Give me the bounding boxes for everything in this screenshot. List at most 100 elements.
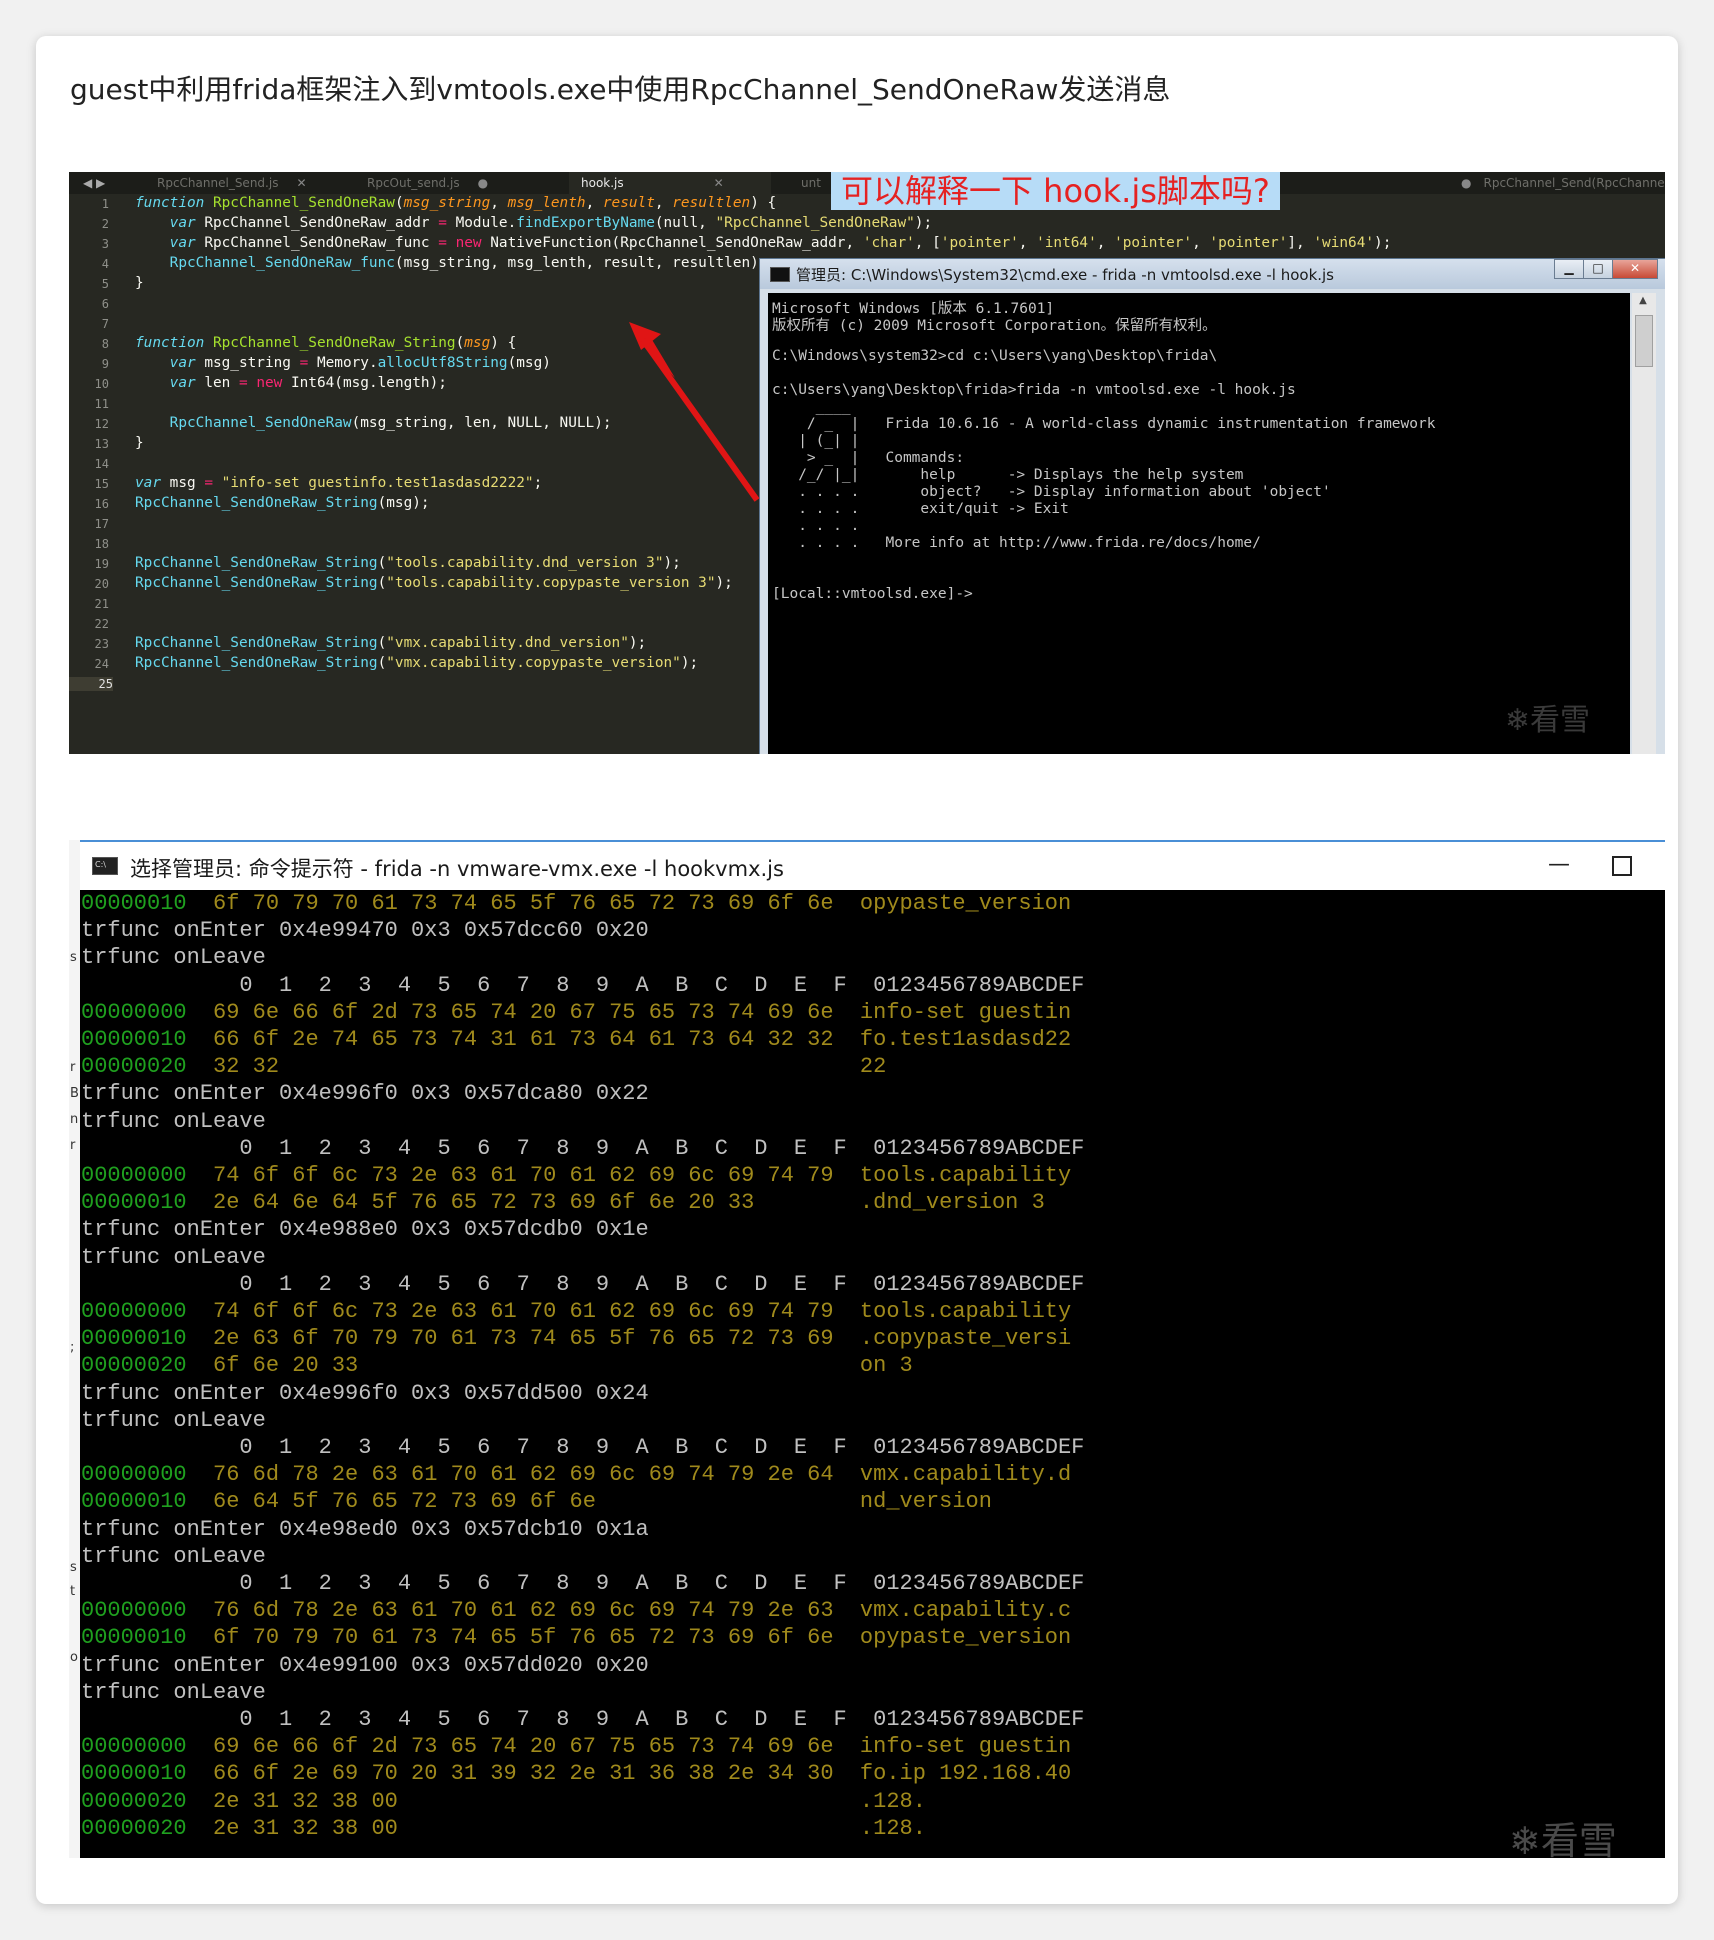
terminal-line: 00000010 6f 70 79 70 61 73 74 65 5f 76 6… xyxy=(81,890,1071,917)
terminal-line: trfunc onEnter 0x4e98ed0 0x3 0x57dcb10 0… xyxy=(81,1516,649,1543)
terminal-line: 0 1 2 3 4 5 6 7 8 9 A B C D E F 01234567… xyxy=(81,1570,1084,1597)
terminal-line: 00000000 74 6f 6f 6c 73 2e 63 61 70 61 6… xyxy=(81,1298,1071,1325)
hex-offset: 00000010 xyxy=(81,1761,187,1787)
cmd-window-title: 选择管理员: 命令提示符 - frida -n vmware-vmx.exe -… xyxy=(130,857,784,881)
terminal-text: trfunc onLeave xyxy=(81,1679,266,1705)
terminal-line: 00000010 6f 70 79 70 61 73 74 65 5f 76 6… xyxy=(81,1624,1071,1651)
hex-offset: 00000020 xyxy=(81,1815,187,1841)
kanxue-watermark: ❄看雪 xyxy=(1509,1819,1617,1858)
terminal-line: 0 1 2 3 4 5 6 7 8 9 A B C D E F 01234567… xyxy=(81,972,1084,999)
post-card: guest中利用frida框架注入到vmtools.exe中使用RpcChann… xyxy=(36,36,1678,1904)
hex-bytes: 6f 70 79 70 61 73 74 65 5f 76 65 72 73 6… xyxy=(186,891,834,916)
hex-offset: 00000010 xyxy=(81,1326,187,1352)
terminal-line: trfunc onEnter 0x4e996f0 0x3 0x57dca80 0… xyxy=(81,1080,649,1107)
cmd-screenshot-vmx: s r B n r ; s t o 选择管理员: 命令提示符 - frida -… xyxy=(69,840,1665,1858)
terminal-text: 0 1 2 3 4 5 6 7 8 9 A B C D E F 01234567… xyxy=(81,1435,1085,1460)
terminal-text: trfunc onEnter 0x4e99100 0x3 0x57dd020 0… xyxy=(81,1652,649,1678)
hex-offset: 00000010 xyxy=(81,1190,187,1216)
hex-offset: 00000020 xyxy=(81,1353,187,1379)
ascii-dump: opypaste_version xyxy=(833,1625,1072,1651)
ascii-dump: vmx.capability.d xyxy=(833,1462,1072,1488)
terminal-line: trfunc onLeave xyxy=(81,1244,266,1271)
terminal-line: 00000000 74 6f 6f 6c 73 2e 63 61 70 61 6… xyxy=(81,1162,1071,1189)
terminal-line: trfunc onLeave xyxy=(81,1108,266,1135)
terminal-line: 00000000 69 6e 66 6f 2d 73 65 74 20 67 7… xyxy=(81,1733,1071,1760)
terminal-text: 0 1 2 3 4 5 6 7 8 9 A B C D E F 01234567… xyxy=(81,1571,1085,1596)
hex-bytes: 66 6f 2e 69 70 20 31 39 32 2e 31 36 38 2… xyxy=(186,1761,834,1787)
ascii-dump: 22 xyxy=(833,1054,887,1080)
hex-offset: 00000000 xyxy=(81,1734,187,1760)
hex-offset: 00000000 xyxy=(81,1163,187,1188)
ascii-dump: .128. xyxy=(833,1788,926,1814)
terminal-text: trfunc onEnter 0x4e988e0 0x3 0x57dcdb0 0… xyxy=(81,1217,649,1243)
hex-bytes: 2e 31 32 38 00 xyxy=(186,1815,834,1841)
ascii-dump: tools.capability xyxy=(833,1299,1072,1324)
hex-offset: 00000000 xyxy=(81,1462,187,1488)
terminal-line: 0 1 2 3 4 5 6 7 8 9 A B C D E F 01234567… xyxy=(81,1706,1084,1733)
terminal-line: 00000020 2e 31 32 38 00 .128. xyxy=(81,1815,926,1842)
hex-bytes: 6f 6e 20 33 xyxy=(186,1353,834,1379)
terminal-text: 0 1 2 3 4 5 6 7 8 9 A B C D E F 01234567… xyxy=(81,1135,1085,1161)
hex-bytes: 6e 64 5f 76 65 72 73 69 6f 6e xyxy=(186,1489,834,1515)
hex-bytes: 74 6f 6f 6c 73 2e 63 61 70 61 62 69 6c 6… xyxy=(186,1299,834,1324)
hex-bytes: 2e 63 6f 70 79 70 61 73 74 65 5f 76 65 7… xyxy=(186,1326,834,1352)
hex-bytes: 76 6d 78 2e 63 61 70 61 62 69 6c 69 74 7… xyxy=(186,1598,834,1624)
hex-offset: 00000000 xyxy=(81,1299,187,1324)
terminal-line: trfunc onLeave xyxy=(81,944,266,971)
hex-offset: 00000010 xyxy=(81,1489,187,1515)
hex-bytes: 69 6e 66 6f 2d 73 65 74 20 67 75 65 73 7… xyxy=(186,999,834,1025)
hex-bytes: 66 6f 2e 74 65 73 74 31 61 73 64 61 73 6… xyxy=(186,1027,834,1052)
terminal-line: 0 1 2 3 4 5 6 7 8 9 A B C D E F 01234567… xyxy=(81,1434,1084,1461)
hex-offset: 00000010 xyxy=(81,1027,187,1052)
terminal-line: 0 1 2 3 4 5 6 7 8 9 A B C D E F 01234567… xyxy=(81,1271,1084,1298)
terminal-line: 00000020 6f 6e 20 33 on 3 xyxy=(81,1352,913,1379)
terminal-line: 00000010 2e 64 6e 64 5f 76 65 72 73 69 6… xyxy=(81,1189,1045,1216)
minimize-button[interactable]: — xyxy=(1548,852,1570,877)
terminal-text: 0 1 2 3 4 5 6 7 8 9 A B C D E F 01234567… xyxy=(81,1707,1085,1732)
annotation-arrow-icon xyxy=(629,322,760,502)
ascii-dump: .copypaste_versi xyxy=(833,1326,1072,1352)
terminal-line: 00000020 2e 31 32 38 00 .128. xyxy=(81,1788,926,1815)
terminal-text: trfunc onLeave xyxy=(81,1244,266,1270)
post-caption: guest中利用frida框架注入到vmtools.exe中使用RpcChann… xyxy=(70,73,1171,106)
editor-screenshot: ◀ ▶ RpcChannel_Send.js ✕ RpcOut_send.js ● … xyxy=(69,172,1665,754)
terminal-text: trfunc onLeave xyxy=(81,1407,266,1433)
terminal-line: 00000010 6e 64 5f 76 65 72 73 69 6f 6e n… xyxy=(81,1488,992,1515)
terminal-line: 00000000 76 6d 78 2e 63 61 70 61 62 69 6… xyxy=(81,1597,1071,1624)
hex-bytes: 6f 70 79 70 61 73 74 65 5f 76 65 72 73 6… xyxy=(186,1625,834,1651)
terminal-text: 0 1 2 3 4 5 6 7 8 9 A B C D E F 01234567… xyxy=(81,972,1085,998)
terminal-line: trfunc onEnter 0x4e988e0 0x3 0x57dcdb0 0… xyxy=(81,1216,649,1243)
left-edge-strip: s r B n r ; s t o xyxy=(69,840,80,1858)
hex-bytes: 2e 64 6e 64 5f 76 65 72 73 69 6f 6e 20 3… xyxy=(186,1190,834,1216)
hex-bytes: 76 6d 78 2e 63 61 70 61 62 69 6c 69 74 7… xyxy=(186,1462,834,1488)
cmd-icon xyxy=(92,857,118,875)
terminal-line: trfunc onLeave xyxy=(81,1407,266,1434)
ascii-dump: fo.ip 192.168.40 xyxy=(833,1761,1072,1787)
ascii-dump: fo.test1asdasd22 xyxy=(833,1027,1072,1052)
terminal-line: 00000010 66 6f 2e 74 65 73 74 31 61 73 6… xyxy=(81,1026,1071,1053)
terminal-text: trfunc onLeave xyxy=(81,1543,266,1569)
terminal-text: trfunc onEnter 0x4e98ed0 0x3 0x57dcb10 0… xyxy=(81,1516,649,1542)
ascii-dump: .dnd_version 3 xyxy=(833,1190,1045,1216)
hex-offset: 00000000 xyxy=(81,1598,187,1624)
terminal-text: 0 1 2 3 4 5 6 7 8 9 A B C D E F 01234567… xyxy=(81,1271,1085,1297)
hex-offset: 00000010 xyxy=(81,1625,187,1651)
ascii-dump: opypaste_version xyxy=(833,891,1072,916)
maximize-button[interactable] xyxy=(1612,856,1632,876)
hex-bytes: 69 6e 66 6f 2d 73 65 74 20 67 75 65 73 7… xyxy=(186,1734,834,1760)
cmd-title-bar[interactable]: 选择管理员: 命令提示符 - frida -n vmware-vmx.exe -… xyxy=(80,842,1665,890)
terminal-line: 0 1 2 3 4 5 6 7 8 9 A B C D E F 01234567… xyxy=(81,1135,1084,1162)
terminal-line: trfunc onLeave xyxy=(81,1543,266,1570)
terminal-output[interactable]: 00000010 6f 70 79 70 61 73 74 65 5f 76 6… xyxy=(81,890,1665,1858)
hex-offset: 00000020 xyxy=(81,1054,187,1080)
terminal-line: trfunc onLeave xyxy=(81,1679,266,1706)
ascii-dump: .128. xyxy=(833,1815,926,1841)
ascii-dump: info-set guestin xyxy=(833,1734,1072,1760)
ascii-dump: on 3 xyxy=(833,1353,913,1379)
terminal-line: 00000010 66 6f 2e 69 70 20 31 39 32 2e 3… xyxy=(81,1760,1071,1787)
arrow-line xyxy=(640,338,760,502)
terminal-line: trfunc onEnter 0x4e99470 0x3 0x57dcc60 0… xyxy=(81,917,649,944)
hex-offset: 00000010 xyxy=(81,891,187,916)
hex-bytes: 2e 31 32 38 00 xyxy=(186,1788,834,1814)
terminal-text: trfunc onLeave xyxy=(81,945,266,971)
